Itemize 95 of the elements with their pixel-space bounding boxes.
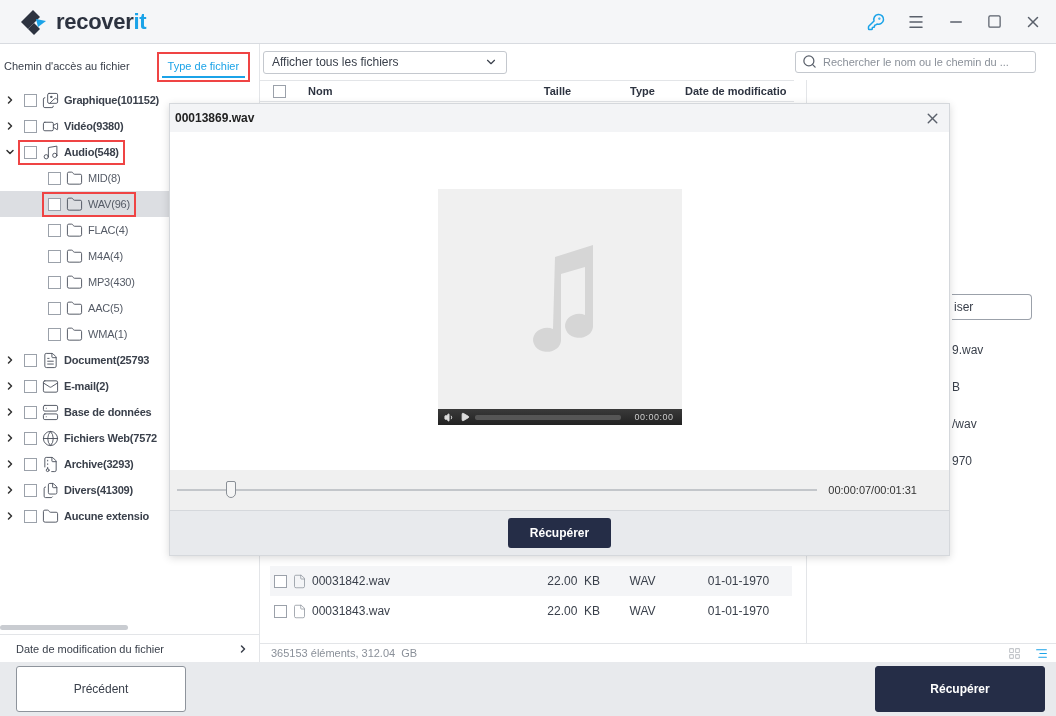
checkbox[interactable]	[48, 249, 61, 263]
folder-icon	[66, 247, 83, 265]
detail-value: 9.wav	[952, 342, 984, 359]
tree-item-label[interactable]: MID(8)	[88, 172, 121, 184]
time-reading: 00:00:07/00:01:31	[828, 484, 917, 496]
checkbox[interactable]	[24, 483, 37, 497]
checkbox[interactable]	[48, 197, 61, 211]
document-icon	[42, 351, 59, 369]
filter-dropdown[interactable]: Afficher tous les fichiers	[263, 50, 507, 74]
table-cell-text: 01-01-1970	[706, 574, 771, 588]
checkbox[interactable]	[24, 93, 37, 107]
server-icon	[42, 403, 59, 421]
detail-value: B	[952, 379, 960, 396]
tree-item-label[interactable]: Vidéo(9380)	[64, 120, 124, 132]
images-icon	[42, 91, 59, 109]
checkbox[interactable]	[24, 145, 37, 159]
grid-view-icon[interactable]	[1008, 646, 1021, 660]
checkbox[interactable]	[24, 119, 37, 133]
details-button[interactable]: iser	[952, 294, 1032, 320]
folder-icon	[66, 169, 83, 187]
folder-icon	[66, 273, 83, 291]
file-icon	[292, 573, 307, 589]
play-icon[interactable]	[459, 412, 470, 422]
maximize-icon[interactable]	[987, 14, 1002, 29]
checkbox[interactable]	[48, 275, 61, 289]
checkbox[interactable]	[274, 604, 287, 618]
checkbox[interactable]	[24, 405, 37, 419]
dialog-title: 00013869.wav	[175, 111, 255, 125]
table-cell: 00031843.wav	[312, 604, 391, 618]
checkbox[interactable]	[24, 353, 37, 367]
table-cell-text: WAV	[628, 574, 657, 588]
folder-icon	[66, 195, 83, 213]
checkbox[interactable]	[24, 431, 37, 445]
tree-item-label[interactable]: E-mail(2)	[64, 380, 109, 392]
folder-icon	[42, 507, 59, 525]
back-button[interactable]: Précédent	[16, 666, 186, 712]
list-view-icon[interactable]	[1035, 646, 1048, 660]
tree-item-label[interactable]: MP3(430)	[88, 276, 135, 288]
table-cell-text: WAV	[628, 604, 657, 618]
table-row[interactable]: 00031842.wav 22.00 KB WAV 01-01-1970	[270, 566, 792, 596]
key-icon[interactable]	[867, 12, 885, 31]
checkbox[interactable]	[48, 223, 61, 237]
tree-item-label[interactable]: Base de données	[64, 406, 152, 418]
checkbox[interactable]	[24, 457, 37, 471]
file-icon	[292, 603, 307, 619]
folder-icon	[66, 221, 83, 239]
volume-icon[interactable]	[443, 411, 455, 423]
tree-item-label[interactable]: WAV(96)	[88, 198, 130, 210]
tree-item-label[interactable]: Archive(3293)	[64, 458, 134, 470]
checkbox[interactable]	[24, 379, 37, 393]
checkbox[interactable]	[274, 574, 287, 588]
tree-item-label[interactable]: WMA(1)	[88, 328, 128, 340]
folder-icon	[66, 325, 83, 343]
tree-item-label[interactable]: Divers(41309)	[64, 484, 133, 496]
table-cell: 00031842.wav	[312, 574, 391, 588]
recover-button[interactable]: Récupérer	[875, 666, 1045, 712]
checkbox[interactable]	[273, 84, 286, 98]
checkbox[interactable]	[48, 301, 61, 315]
detail-value: /wav	[952, 416, 977, 433]
table-cell-text: 01-01-1970	[706, 604, 771, 618]
column-header[interactable]: Type	[600, 85, 685, 97]
logo-text: recoverit	[56, 8, 147, 35]
player-bar[interactable]: 00:00:00	[437, 409, 682, 425]
table-cell-text: 22.00 KB	[546, 574, 600, 588]
progress-track[interactable]	[474, 414, 622, 420]
folder-icon	[66, 299, 83, 317]
tree-item-label[interactable]: Document(25793	[64, 354, 150, 366]
tree-item-label[interactable]: FLAC(4)	[88, 224, 129, 236]
detail-value: 970	[952, 453, 973, 470]
column-header[interactable]: Taille	[515, 85, 600, 97]
status-text: 365153 éléments, 312.04 GB	[271, 647, 418, 659]
slider-thumb[interactable]	[226, 480, 237, 498]
scrollbar[interactable]	[0, 625, 128, 630]
search-icon	[802, 54, 817, 69]
table-cell-text: 22.00 KB	[546, 604, 600, 618]
envelope-icon	[42, 377, 59, 395]
checkbox[interactable]	[48, 327, 61, 341]
tree-item-label[interactable]: Audio(548)	[64, 146, 119, 158]
column-header[interactable]: Date de modificatio	[685, 85, 795, 97]
column-header[interactable]: Nom	[308, 85, 333, 97]
tree-item-label[interactable]: M4A(4)	[88, 250, 123, 262]
search-field[interactable]: Rechercher le nom ou le chemin du ...	[795, 51, 1036, 73]
music-note-icon	[42, 143, 59, 161]
tree-item-label[interactable]: Graphique(101152)	[64, 94, 160, 106]
checkbox[interactable]	[48, 171, 61, 185]
player-time: 00:00:00	[634, 412, 674, 422]
tree-item-label[interactable]: Aucune extensio	[64, 510, 150, 522]
tree-item-label[interactable]: Fichiers Web(7572	[64, 432, 157, 444]
checkbox[interactable]	[24, 509, 37, 523]
globe-icon	[42, 429, 59, 447]
files-icon	[42, 481, 59, 499]
tab[interactable]: Chemin d'accès au fichier	[2, 52, 141, 82]
tree-item-label[interactable]: AAC(5)	[88, 302, 123, 314]
archive-icon	[42, 455, 59, 473]
recover-button[interactable]: Récupérer	[508, 518, 611, 548]
